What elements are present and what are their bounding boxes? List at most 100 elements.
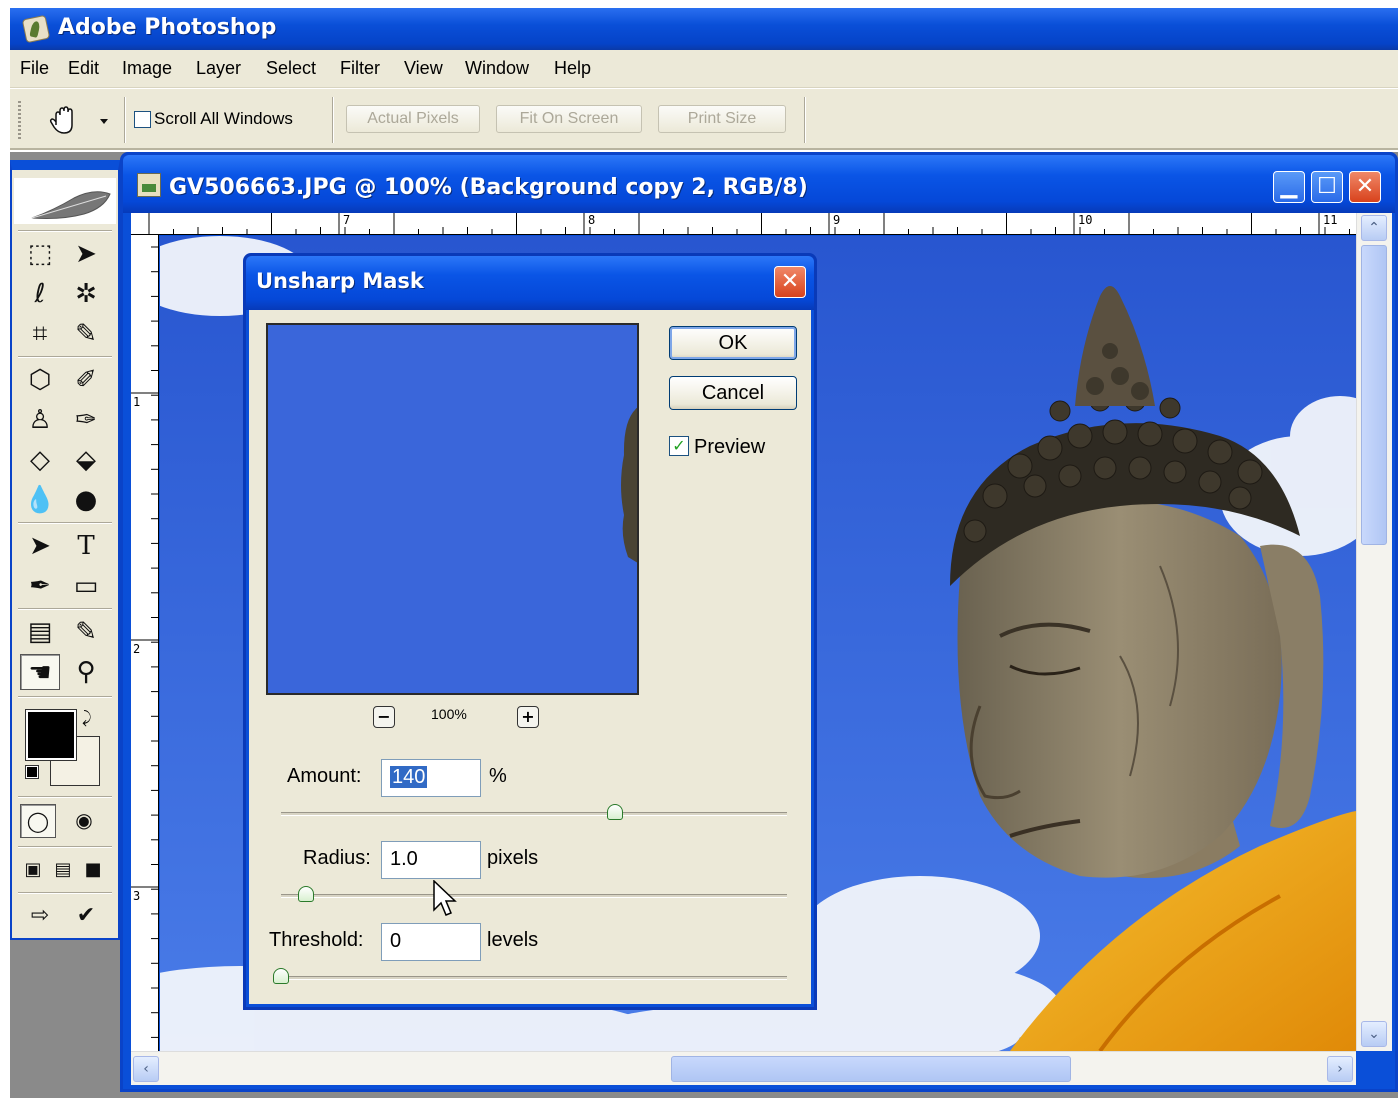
lasso-tool-icon[interactable]: ℓ [20, 276, 60, 312]
checkmark-icon[interactable]: ✔ [66, 898, 106, 934]
blur-tool-icon[interactable]: 💧 [20, 482, 60, 518]
amount-label: Amount: [287, 765, 362, 787]
actual-pixels-button[interactable]: Actual Pixels [346, 105, 480, 133]
dialog-title: Unsharp Mask [256, 269, 424, 293]
fit-on-screen-button[interactable]: Fit On Screen [496, 105, 642, 133]
radius-slider-thumb[interactable] [298, 886, 315, 902]
dodge-tool-icon[interactable]: ● [66, 482, 106, 518]
mouse-cursor-icon [433, 880, 457, 916]
ruler-label: 9 [833, 213, 841, 227]
ruler-ticks [148, 213, 1350, 235]
options-bar: Scroll All Windows Actual Pixels Fit On … [10, 88, 1398, 150]
swap-colors-icon[interactable]: ⤸ [82, 708, 92, 728]
scroll-right-icon[interactable]: › [1327, 1056, 1353, 1082]
preview-label: Preview [694, 436, 766, 458]
scroll-left-icon[interactable]: ‹ [133, 1056, 159, 1082]
eyedropper-tool-icon[interactable]: ✎ [66, 614, 106, 650]
quick-mask-mode-icon[interactable]: ◉ [66, 804, 102, 838]
tool-preset-picker[interactable] [42, 103, 122, 139]
standard-screen-mode-icon[interactable]: ▣ [18, 852, 48, 888]
toolbar-grip[interactable] [18, 101, 21, 141]
menu-bar: File Edit Image Layer Select Filter View… [10, 50, 1398, 88]
toolbox: ⬚ ➤ ℓ ✲ ⌗ ✎ ⬡ ✐ ♙ ✑ ◇ ⬙ 💧 ● ➤ T ✒ ▭ ▤ ✎ … [10, 160, 120, 940]
horizontal-scroll-thumb[interactable] [671, 1056, 1071, 1082]
document-title: GV506663.JPG @ 100% (Background copy 2, … [169, 175, 808, 200]
cancel-button[interactable]: Cancel [669, 376, 797, 410]
vertical-scrollbar[interactable]: ⌃ ⌄ [1356, 213, 1392, 1051]
menu-layer[interactable]: Layer [196, 58, 241, 79]
scroll-all-windows-label: Scroll All Windows [154, 109, 293, 128]
zoom-in-button[interactable]: + [517, 706, 539, 728]
minimize-button[interactable]: ▁ [1273, 171, 1305, 203]
default-colors-icon[interactable] [25, 765, 39, 779]
type-tool-icon[interactable]: T [66, 528, 106, 564]
history-brush-tool-icon[interactable]: ✑ [66, 402, 106, 438]
ruler-label: 3 [133, 889, 141, 903]
preview-checkbox[interactable]: ✓ [669, 436, 689, 456]
foreground-color-swatch[interactable] [25, 709, 77, 761]
feather-icon [31, 191, 111, 219]
threshold-slider-thumb[interactable] [273, 968, 289, 984]
ruler-label: 7 [343, 213, 351, 227]
scroll-all-windows-checkbox[interactable] [134, 111, 151, 128]
horizontal-ruler: 7 8 9 10 11 [131, 213, 1356, 235]
maximize-button[interactable]: ☐ [1311, 171, 1343, 203]
menu-view[interactable]: View [404, 58, 443, 79]
options-separator [804, 97, 806, 143]
unsharp-mask-dialog: Unsharp Mask ✕ − 100% + OK Cancel ✓ Prev… [243, 253, 817, 1010]
hand-tool-icon [49, 106, 108, 134]
radius-input[interactable]: 1.0 [381, 841, 481, 879]
brush-tool-icon[interactable]: ✐ [66, 362, 106, 398]
slice-tool-icon[interactable]: ✎ [66, 316, 106, 352]
rectangle-tool-icon[interactable]: ▭ [66, 568, 106, 604]
pen-tool-icon[interactable]: ✒ [20, 568, 60, 604]
paint-bucket-tool-icon[interactable]: ⬙ [66, 442, 106, 478]
ok-button[interactable]: OK [669, 326, 797, 360]
scroll-up-icon[interactable]: ⌃ [1361, 215, 1387, 241]
menu-file[interactable]: File [20, 58, 49, 79]
radius-slider-track[interactable] [281, 894, 787, 898]
amount-unit: % [489, 765, 507, 787]
menu-window[interactable]: Window [465, 58, 529, 79]
eraser-tool-icon[interactable]: ◇ [20, 442, 60, 478]
document-title-bar[interactable]: GV506663.JPG @ 100% (Background copy 2, … [123, 155, 1395, 213]
amount-input[interactable]: 140 [381, 759, 481, 797]
menu-edit[interactable]: Edit [68, 58, 99, 79]
dialog-close-button[interactable]: ✕ [774, 266, 806, 298]
filter-preview[interactable] [266, 323, 639, 695]
notes-tool-icon[interactable]: ▤ [20, 614, 60, 650]
healing-brush-tool-icon[interactable]: ⬡ [20, 362, 60, 398]
standard-mode-icon[interactable]: ◯ [20, 804, 56, 838]
marquee-tool-icon[interactable]: ⬚ [20, 236, 60, 272]
amount-slider-track[interactable] [281, 812, 787, 816]
menu-help[interactable]: Help [554, 58, 591, 79]
dialog-title-bar[interactable]: Unsharp Mask ✕ [246, 256, 814, 310]
full-screen-mode-icon[interactable]: ■ [78, 852, 108, 888]
path-selection-tool-icon[interactable]: ➤ [20, 528, 60, 564]
move-tool-icon[interactable]: ➤ [66, 236, 106, 272]
magic-wand-tool-icon[interactable]: ✲ [66, 276, 106, 312]
threshold-slider-track[interactable] [281, 976, 787, 980]
options-separator [332, 97, 334, 143]
vertical-scroll-thumb[interactable] [1361, 245, 1387, 545]
print-size-button[interactable]: Print Size [658, 105, 786, 133]
ruler-label: 2 [133, 642, 141, 656]
zoom-tool-icon[interactable]: ⚲ [66, 654, 106, 690]
adobe-online-feather[interactable] [14, 178, 116, 224]
full-screen-menu-mode-icon[interactable]: ▤ [48, 852, 78, 888]
crop-tool-icon[interactable]: ⌗ [20, 316, 60, 352]
zoom-out-button[interactable]: − [373, 706, 395, 728]
menu-image[interactable]: Image [122, 58, 172, 79]
jump-to-imageready-icon[interactable]: ⇨ [20, 898, 60, 934]
app-title: Adobe Photoshop [58, 15, 277, 40]
threshold-input[interactable]: 0 [381, 923, 481, 961]
menu-select[interactable]: Select [266, 58, 316, 79]
horizontal-scrollbar[interactable]: ‹ › [131, 1051, 1356, 1085]
close-button[interactable]: ✕ [1349, 171, 1381, 203]
menu-filter[interactable]: Filter [340, 58, 380, 79]
hand-tool-icon[interactable]: ☚ [20, 654, 60, 690]
clone-stamp-tool-icon[interactable]: ♙ [20, 402, 60, 438]
threshold-label: Threshold: [269, 929, 364, 951]
amount-slider-thumb[interactable] [606, 804, 623, 820]
scroll-down-icon[interactable]: ⌄ [1361, 1021, 1387, 1047]
